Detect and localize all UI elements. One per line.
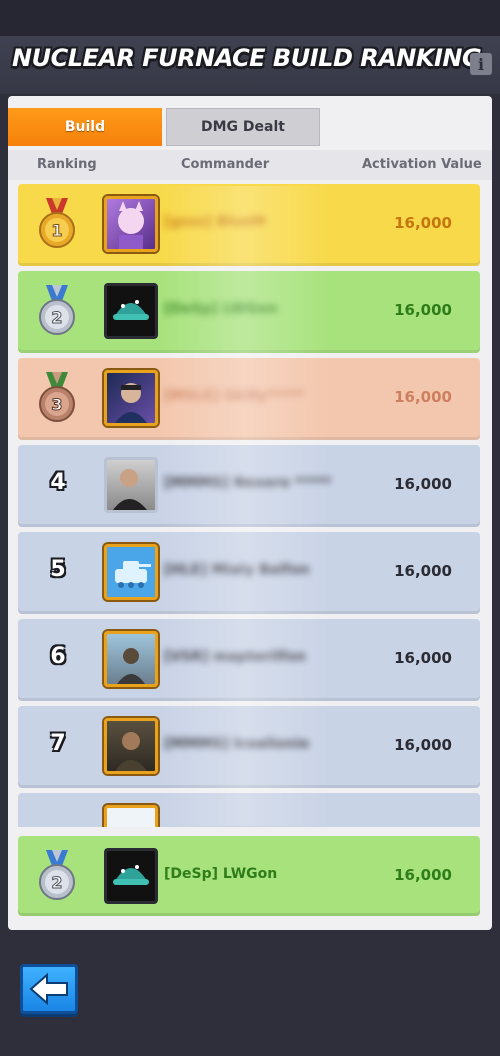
svg-text:2: 2 [51,308,62,327]
activation-value: 16,000 [394,214,452,232]
avatar[interactable] [104,283,158,339]
commander-name: [MSLE] Skilly***** [164,388,304,404]
ranking-row[interactable]: 3 [MSLE] Skilly***** 16,000 [18,358,480,440]
commander-name: [DeSp] LWGon [164,866,278,882]
rank-number: 7 [50,731,66,756]
ranking-row[interactable]: 2 [DeSp] LWGon 16,000 [18,271,480,353]
activation-value: 16,000 [394,562,452,580]
column-activation-value: Activation Value [362,157,482,172]
avatar[interactable] [104,457,158,513]
back-button[interactable] [20,964,78,1014]
ranking-row[interactable]: 4 [MMMS] Nexero ***** 16,000 [18,445,480,527]
avatar[interactable] [104,370,158,426]
svg-text:1: 1 [51,221,62,240]
avatar[interactable] [104,848,158,904]
silver-medal-icon: 2 [39,285,75,335]
ranking-row[interactable]: 7 [MMMS] lcoalionie 16,000 [18,706,480,788]
activation-value: 16,000 [394,649,452,667]
page-title: NUCLEAR FURNACE BUILD RANKING [12,44,482,72]
info-icon[interactable]: i [470,53,492,75]
column-ranking: Ranking [37,157,97,172]
ranking-list[interactable]: 1 [gsss] BlueM 16,000 2 [DeSp] LWGon 16,… [0,182,500,827]
bronze-medal-icon: 3 [39,372,75,422]
avatar[interactable] [104,631,158,687]
commander-name: [MMMS] Nexero ***** [164,475,332,491]
ranking-row[interactable]: 5 [HLE] Mialy Balfon 16,000 [18,532,480,614]
column-commander: Commander [181,157,270,172]
activation-value: 16,000 [394,301,452,319]
rank-number: 4 [50,470,66,495]
tab-dmg-dealt[interactable]: DMG Dealt [166,108,320,146]
my-ranking-row[interactable]: 2 [DeSp] LWGon 16,000 [18,836,480,916]
svg-text:2: 2 [51,873,62,892]
ranking-row[interactable]: 6 [VSR] mapterilfon 16,000 [18,619,480,701]
activation-value: 16,000 [394,866,452,884]
avatar[interactable] [104,196,158,252]
status-bar [0,0,500,36]
back-arrow-icon [29,972,68,1006]
svg-text:3: 3 [51,395,62,414]
rank-number: 6 [50,644,66,669]
avatar[interactable] [104,544,158,600]
commander-name: [HLE] Mialy Balfon [164,562,310,578]
commander-name: [DeSp] LWGon [164,301,278,317]
commander-name: [VSR] mapterilfon [164,649,306,665]
rank-number: 5 [50,557,66,582]
commander-name: [MMMS] lcoalionie [164,736,310,752]
silver-medal-icon: 2 [39,850,75,900]
activation-value: 16,000 [394,475,452,493]
activation-value: 16,000 [394,736,452,754]
ranking-row[interactable] [18,793,480,827]
ranking-row[interactable]: 1 [gsss] BlueM 16,000 [18,184,480,266]
avatar[interactable] [104,718,158,774]
avatar[interactable] [104,805,158,827]
activation-value: 16,000 [394,388,452,406]
gold-medal-icon: 1 [39,198,75,248]
tab-build[interactable]: Build [8,108,162,146]
commander-name: [gsss] BlueM [164,214,266,230]
